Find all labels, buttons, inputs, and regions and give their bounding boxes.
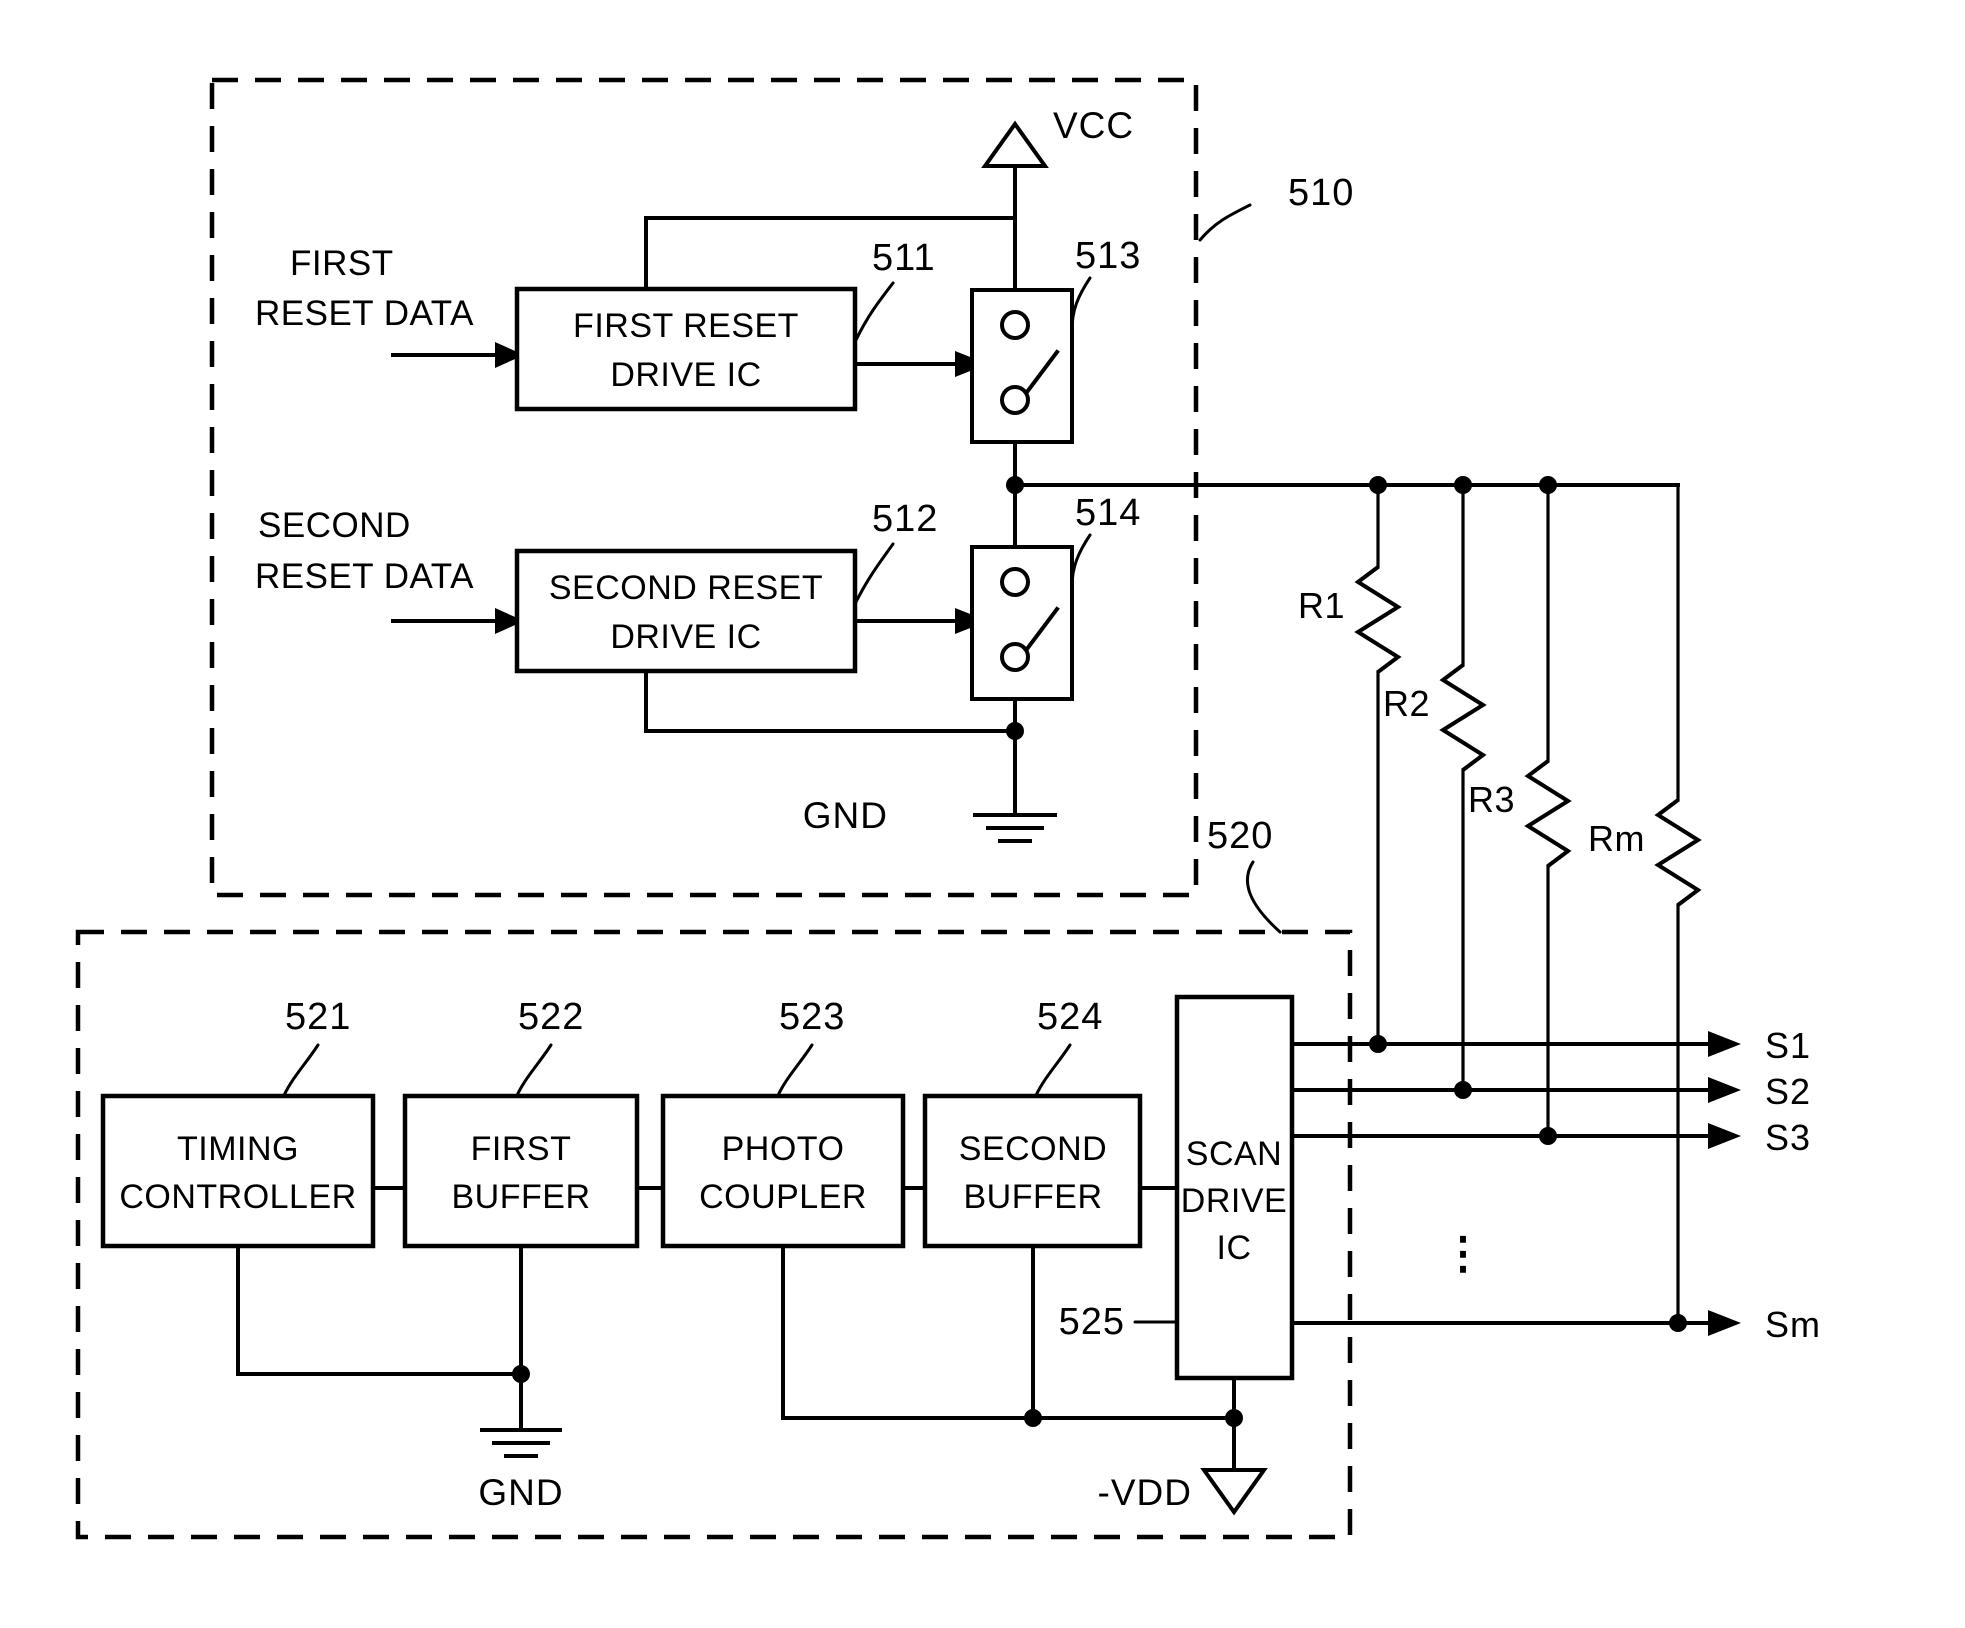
r1-zigzag-icon [1354, 565, 1402, 674]
ref-514-leader [1070, 533, 1092, 589]
figure-canvas: 510 VCC FIRST RESET DATA FIRST RESET DRI… [0, 0, 1965, 1628]
first-reset-drive-ic-line2: DRIVE IC [610, 356, 761, 394]
timing-controller-gnd-wire [236, 1244, 523, 1376]
ref-512-label: 512 [872, 498, 938, 540]
ref-521-label: 521 [285, 996, 351, 1038]
ref-513-label: 513 [1075, 235, 1141, 277]
first-switch-bottom-contact [1000, 385, 1030, 415]
group-520-ref: 520 [1207, 815, 1273, 857]
s1-r1-node [1369, 1035, 1387, 1053]
second-buffer-line1: SECOND [959, 1130, 1107, 1168]
second-reset-drive-ic-line1: SECOND RESET [549, 569, 823, 607]
r2-label: R2 [1383, 683, 1430, 724]
ref-512-leader [854, 542, 895, 604]
rm-label: Rm [1588, 818, 1645, 859]
neg-vdd-triangle-icon [1200, 1468, 1268, 1516]
second-reset-data-label-line1: SECOND [258, 506, 411, 545]
ref-522-leader [513, 1043, 553, 1102]
second-reset-drive-ic-line2: DRIVE IC [610, 618, 761, 656]
neg-vdd-label: -VDD [1098, 1472, 1192, 1513]
s2-label: S2 [1765, 1071, 1811, 1112]
sm-arrowhead-icon [1708, 1310, 1741, 1336]
scan-drive-ic-line3: IC [1217, 1229, 1252, 1267]
first-reset-data-label-line2: RESET DATA [255, 294, 474, 333]
gnd-label: GND [803, 795, 888, 836]
sm-rm-node [1669, 1314, 1687, 1332]
vcc-label: VCC [1053, 105, 1134, 146]
ref-524-label: 524 [1037, 996, 1103, 1038]
scan-drive-ic-line2: DRIVE [1181, 1182, 1287, 1220]
group-510-boundary [209, 77, 1199, 898]
timing-controller-line1: TIMING [177, 1130, 299, 1168]
first-buffer-line1: FIRST [471, 1130, 572, 1168]
second-switch-top-contact [1000, 567, 1030, 597]
s1-label: S1 [1765, 1025, 1811, 1066]
group-520-leader [1245, 860, 1282, 934]
second-buffer-line2: BUFFER [964, 1178, 1103, 1216]
ref-524-leader [1032, 1043, 1072, 1102]
vcc-feedback-wire [644, 216, 1017, 291]
sm-label: Sm [1765, 1304, 1821, 1345]
ref-523-leader [774, 1043, 814, 1102]
r3-zigzag-icon [1524, 759, 1572, 868]
rm-zigzag-icon [1654, 798, 1702, 907]
ref-511-label: 511 [872, 237, 936, 279]
ref-511-leader [854, 281, 895, 342]
ref-514-label: 514 [1075, 492, 1141, 534]
group-510-leader [1198, 203, 1252, 242]
first-switch-top-contact [1000, 310, 1030, 340]
s2-r2-node [1454, 1081, 1472, 1099]
scan-drive-ic-line1: SCAN [1186, 1135, 1282, 1173]
r2-zigzag-icon [1439, 663, 1487, 772]
ref-522-label: 522 [518, 996, 584, 1038]
s3-arrowhead-icon [1708, 1123, 1741, 1149]
photo-coupler-vdd-wire [781, 1244, 1236, 1420]
s1-arrowhead-icon [1708, 1031, 1741, 1057]
second-reset-ic-ground-return-wire [644, 669, 1017, 733]
second-reset-data-label-line2: RESET DATA [255, 557, 474, 596]
photo-coupler-line2: COUPLER [699, 1178, 867, 1216]
group-510-ref: 510 [1288, 172, 1354, 214]
ref-521-leader [280, 1043, 320, 1102]
first-reset-data-label-line1: FIRST [290, 244, 394, 283]
photo-coupler-line1: PHOTO [722, 1130, 845, 1168]
timing-controller-block[interactable] [100, 1093, 376, 1249]
circuit-schematic: 510 VCC FIRST RESET DATA FIRST RESET DRI… [75, 77, 1821, 1540]
vcc-triangle-icon [981, 120, 1049, 168]
first-reset-drive-ic-line1: FIRST RESET [573, 307, 799, 345]
r1-label: R1 [1298, 585, 1345, 626]
second-buffer-block[interactable] [922, 1093, 1143, 1249]
outputs-ellipsis: ⋮ [1441, 1229, 1485, 1278]
second-switch-bottom-contact [1000, 642, 1030, 672]
s3-label: S3 [1765, 1117, 1811, 1158]
s3-r3-node [1539, 1127, 1557, 1145]
r3-label: R3 [1468, 779, 1515, 820]
photo-coupler-block[interactable] [660, 1093, 906, 1249]
bottom-gnd-label: GND [478, 1472, 563, 1513]
ref-523-label: 523 [779, 996, 845, 1038]
vdd-junction-node [1024, 1409, 1042, 1427]
first-buffer-line2: BUFFER [452, 1178, 591, 1216]
ref-513-leader [1070, 276, 1092, 332]
ref-525-label: 525 [1059, 1301, 1125, 1343]
timing-controller-line2: CONTROLLER [119, 1178, 356, 1216]
s2-arrowhead-icon [1708, 1077, 1741, 1103]
first-buffer-block[interactable] [402, 1093, 640, 1249]
